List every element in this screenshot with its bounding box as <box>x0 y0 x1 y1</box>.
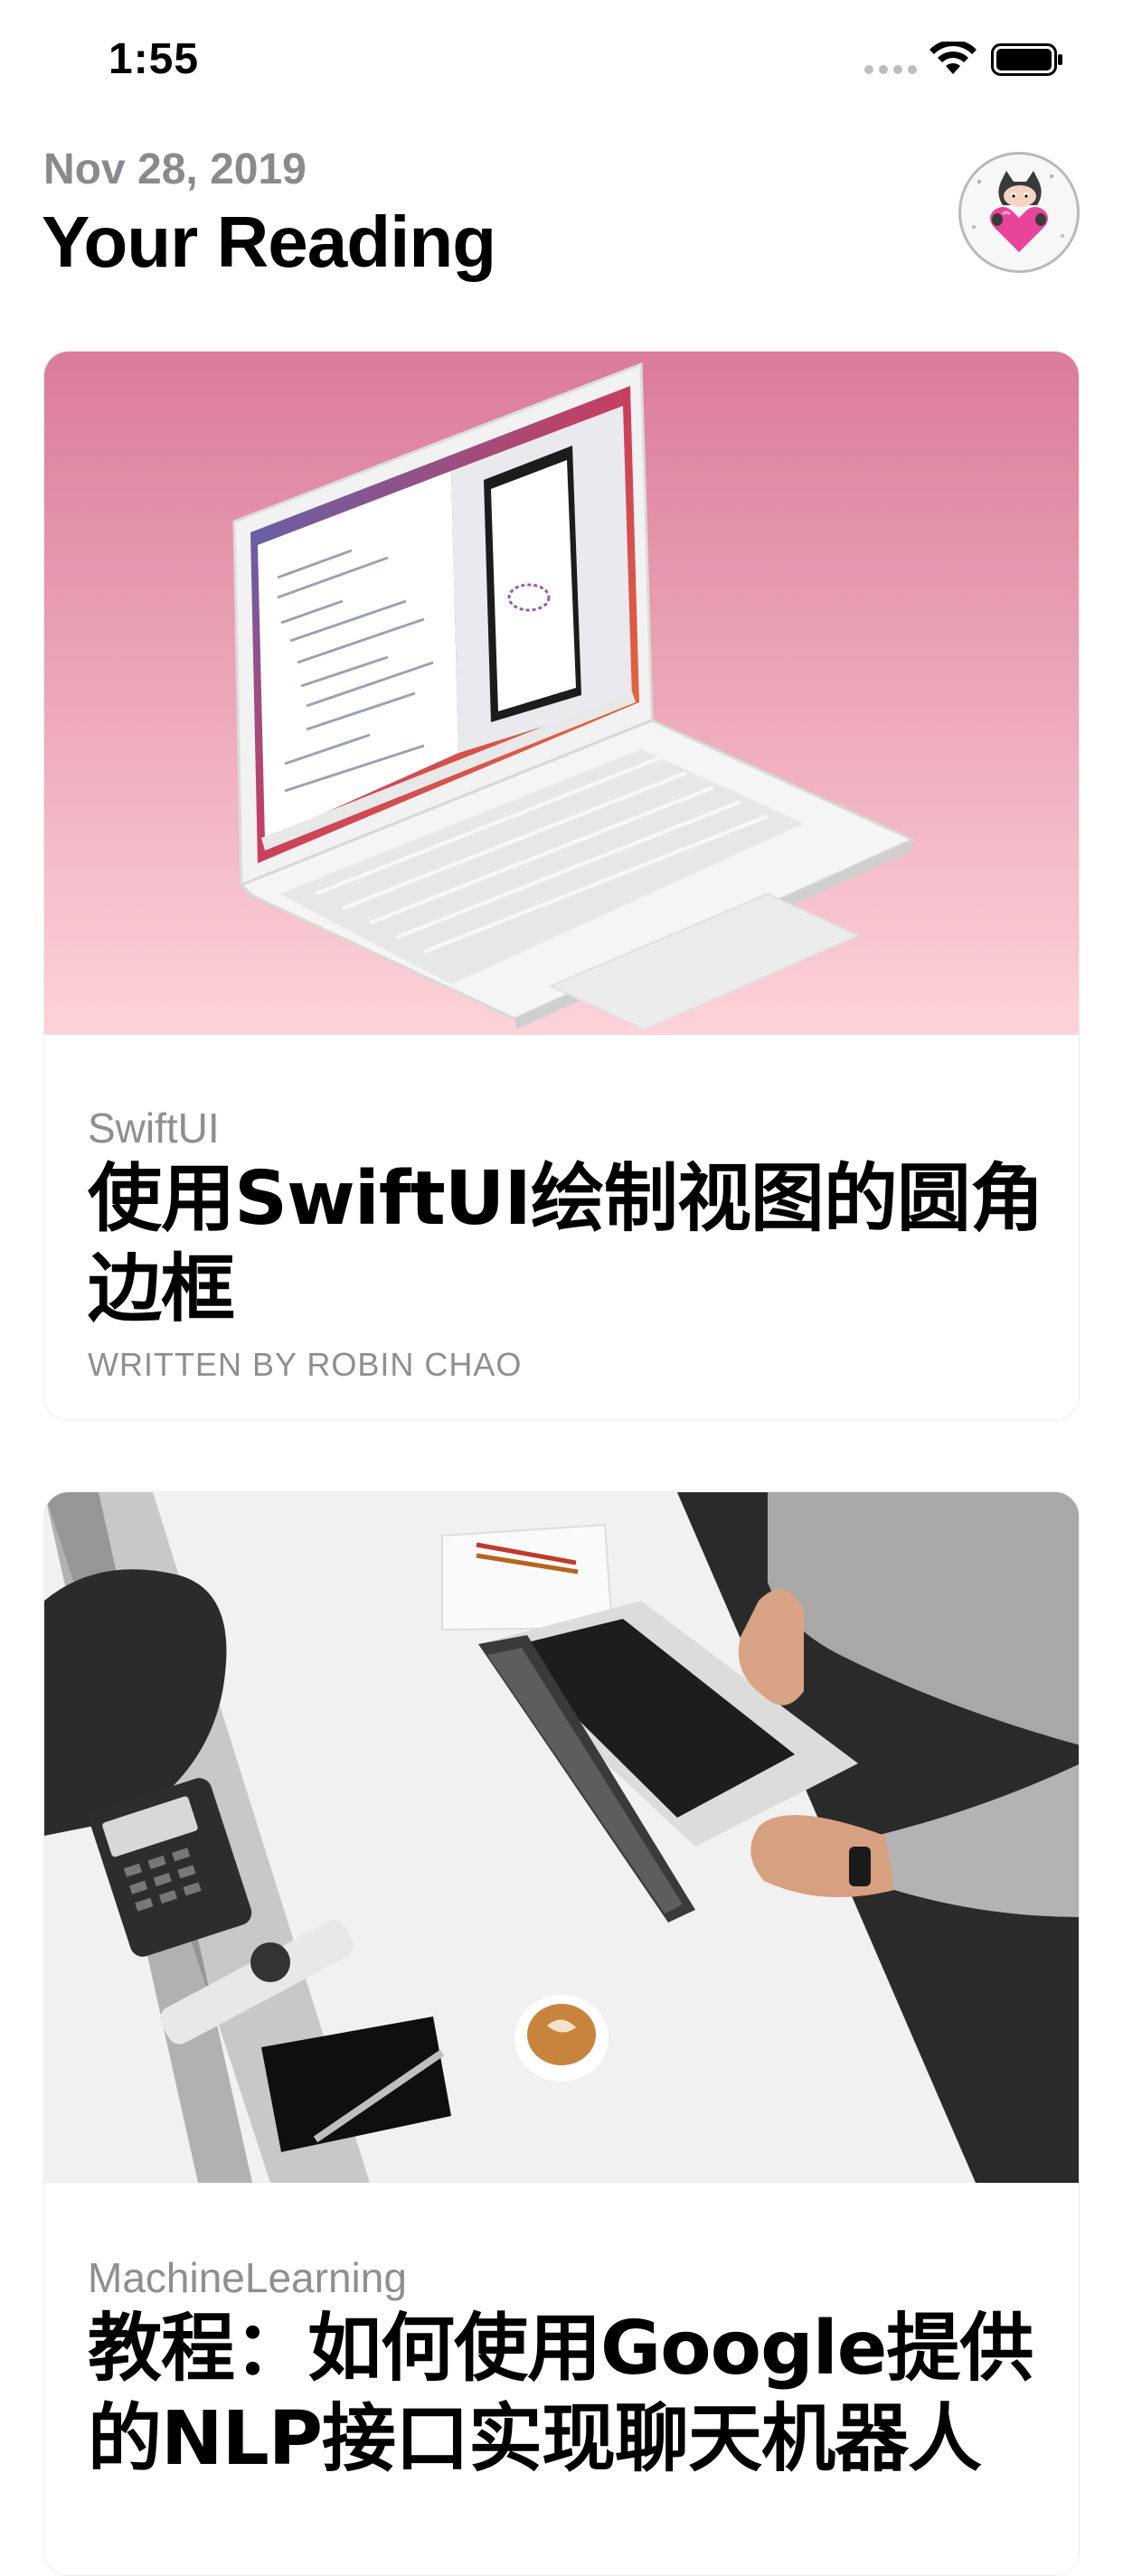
article-card[interactable]: MachineLearning 教程：如何使用Google提供的NLP接口实现聊… <box>43 1491 1080 2576</box>
article-cover-image <box>44 352 1079 1035</box>
avatar[interactable] <box>958 152 1080 273</box>
status-time: 1:55 <box>109 35 200 83</box>
header-date: Nov 28, 2019 <box>43 146 307 193</box>
article-cover-image <box>44 1492 1079 2183</box>
cellular-signal-icon <box>864 65 917 74</box>
article-category: SwiftUI <box>88 1105 220 1152</box>
article-author: WRITTEN BY ROBIN CHAO <box>88 1346 523 1383</box>
octocat-heart-icon <box>961 155 1077 270</box>
article-title: 使用SwiftUI绘制视图的圆角边框 <box>88 1156 1044 1332</box>
battery-icon <box>991 43 1062 76</box>
article-title: 教程：如何使用Google提供的NLP接口实现聊天机器人 <box>88 2306 1033 2482</box>
wifi-icon <box>930 42 977 74</box>
page-title: Your Reading <box>42 202 496 282</box>
article-category: MachineLearning <box>88 2254 407 2301</box>
article-card[interactable]: SwiftUI 使用SwiftUI绘制视图的圆角边框 WRITTEN BY RO… <box>43 351 1080 1421</box>
status-bar: 1:55 <box>0 0 1123 119</box>
